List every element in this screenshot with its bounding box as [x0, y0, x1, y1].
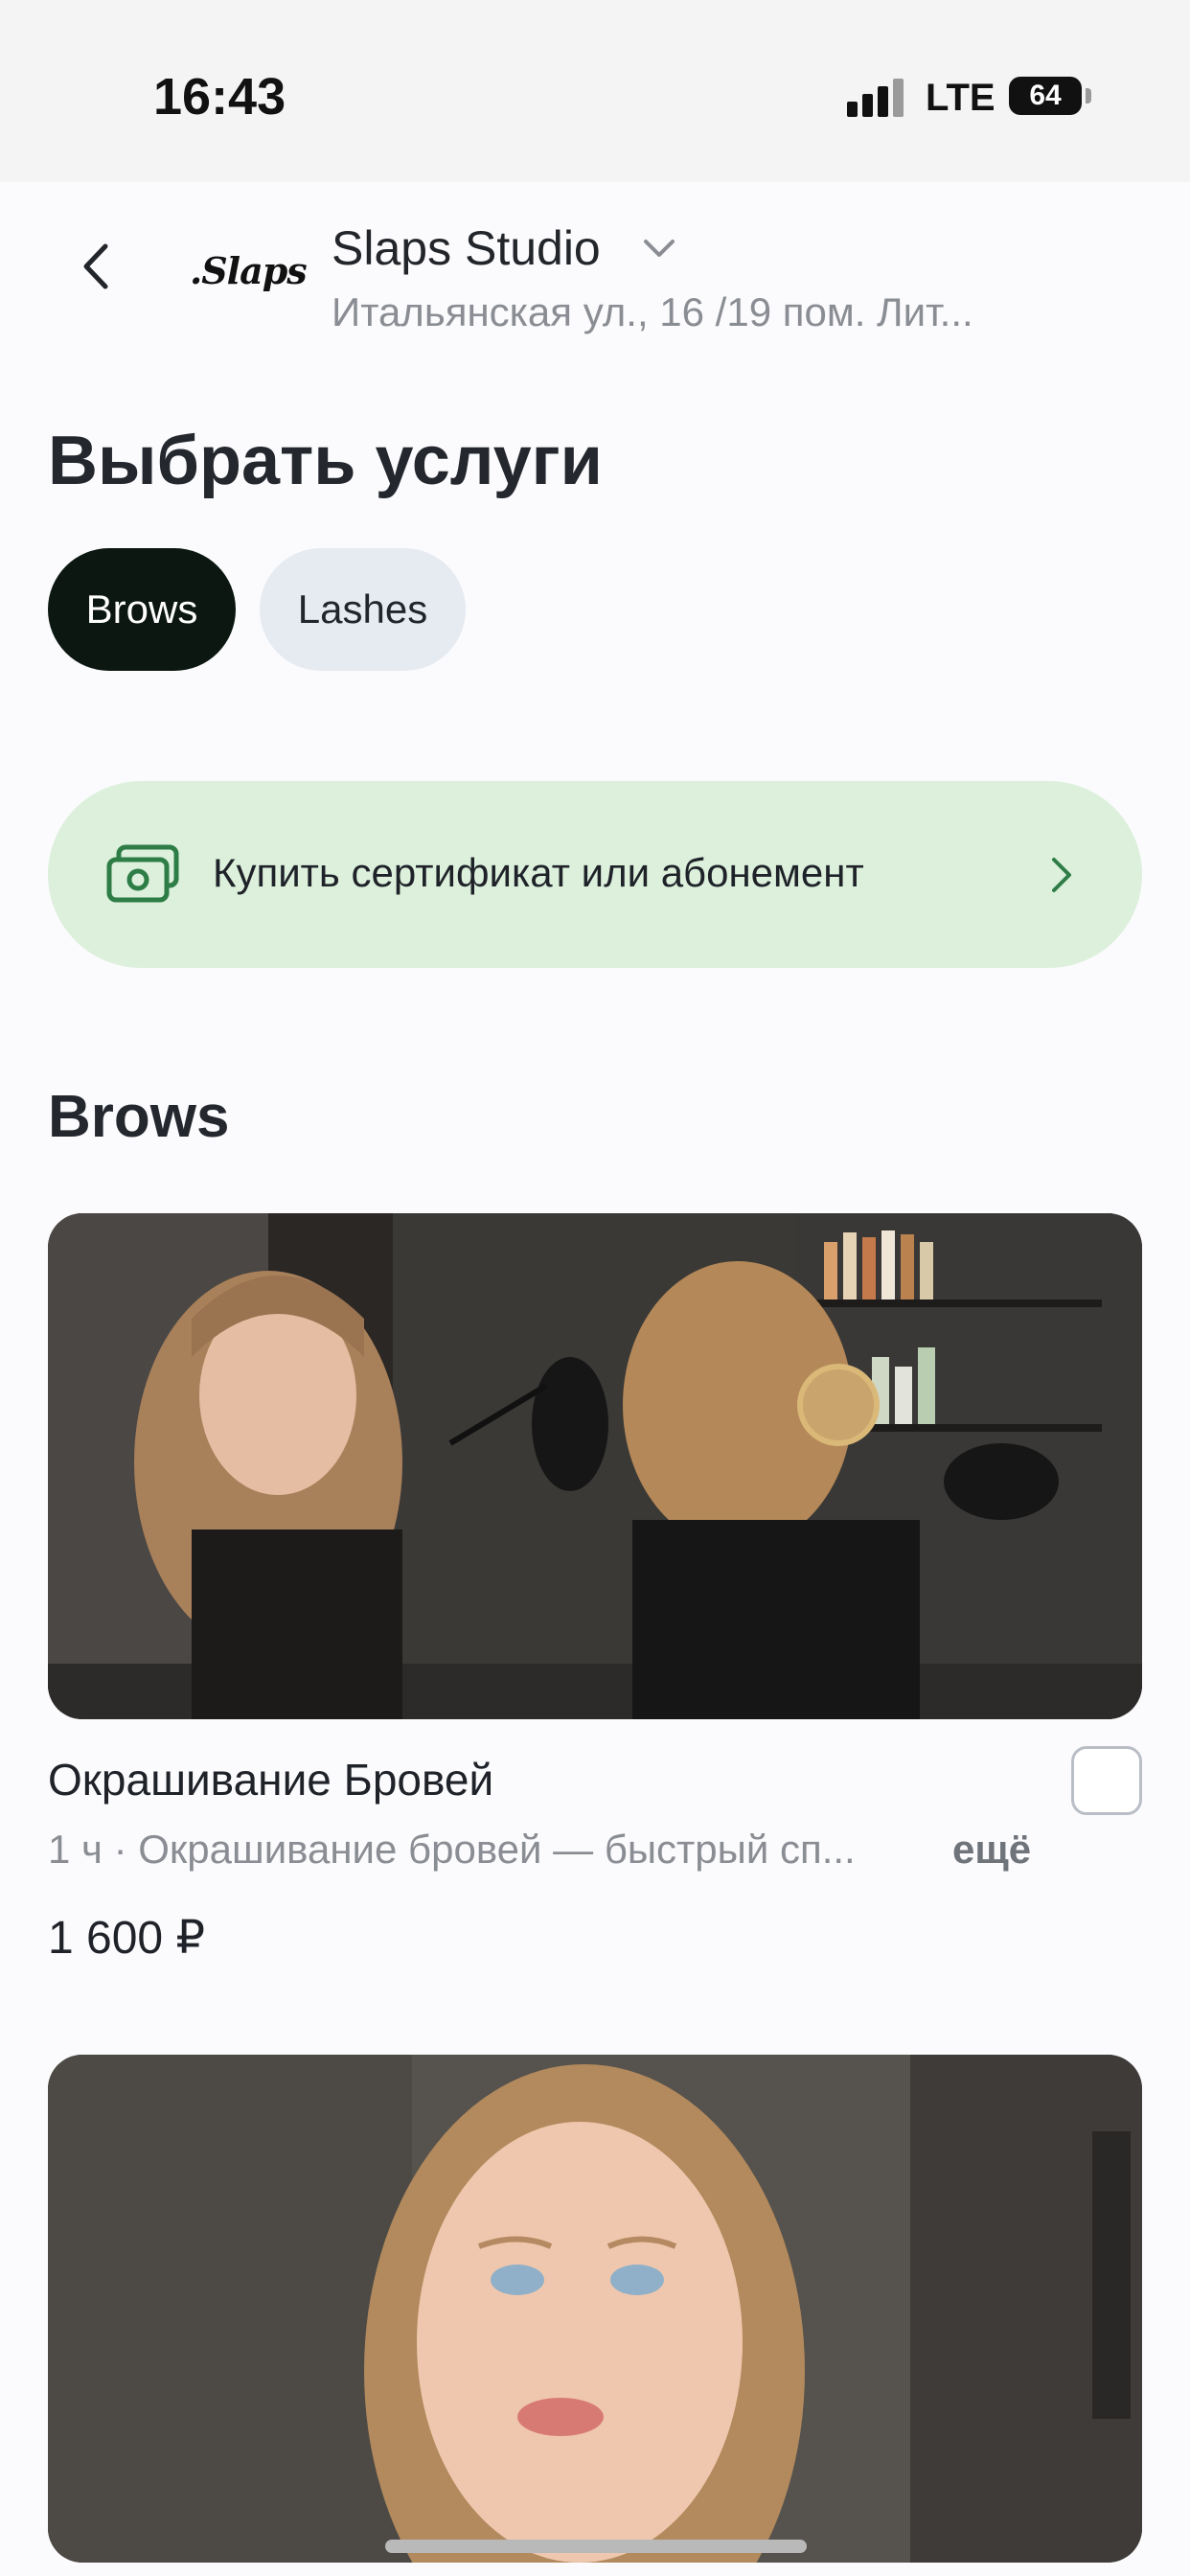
- studio-name[interactable]: Slaps Studio: [332, 220, 601, 276]
- service-photo[interactable]: [48, 2055, 1142, 2563]
- salon-photo-illustration: [48, 1213, 1142, 1719]
- service-price: 1 600 ₽: [48, 1913, 205, 1964]
- battery-icon: 64: [1009, 77, 1082, 115]
- home-indicator[interactable]: [385, 2540, 807, 2553]
- tab-lashes[interactable]: Lashes: [260, 548, 466, 671]
- back-button[interactable]: [69, 240, 123, 293]
- network-label: LTE: [926, 77, 995, 119]
- status-time: 16:43: [153, 68, 286, 126]
- tab-brows[interactable]: Brows: [48, 548, 236, 671]
- signal-icon: [847, 79, 904, 117]
- certificate-icon: [106, 844, 179, 903]
- service-description: 1 ч · Окрашивание бровей — быстрый сп...: [48, 1827, 856, 1872]
- certificate-banner[interactable]: Купить сертификат или абонемент: [48, 781, 1142, 968]
- page-title: Выбрать услуги: [48, 423, 603, 499]
- portrait-photo-illustration: [48, 2055, 1142, 2563]
- chevron-left-icon: [83, 243, 108, 289]
- studio-logo: .Slaps: [190, 249, 308, 292]
- certificate-label: Купить сертификат или абонемент: [213, 850, 864, 895]
- service-checkbox[interactable]: [1071, 1746, 1142, 1815]
- service-description-text: Окрашивание бровей — быстрый сп...: [138, 1827, 856, 1872]
- studio-address: Итальянская ул., 16 /19 пом. Лит...: [332, 289, 973, 334]
- service-more-link[interactable]: ещё: [952, 1827, 1031, 1873]
- section-title: Brows: [48, 1084, 230, 1150]
- header: .Slaps Slaps Studio Итальянская ул., 16 …: [0, 182, 1190, 374]
- service-duration: 1 ч: [48, 1827, 103, 1872]
- service-name: Окрашивание Бровей: [48, 1755, 494, 1805]
- chevron-right-icon: [1052, 858, 1071, 892]
- status-bar: 16:43 LTE 64: [0, 0, 1190, 182]
- battery-tip: [1086, 88, 1091, 104]
- service-photo[interactable]: [48, 1213, 1142, 1719]
- chevron-down-icon[interactable]: [640, 230, 678, 268]
